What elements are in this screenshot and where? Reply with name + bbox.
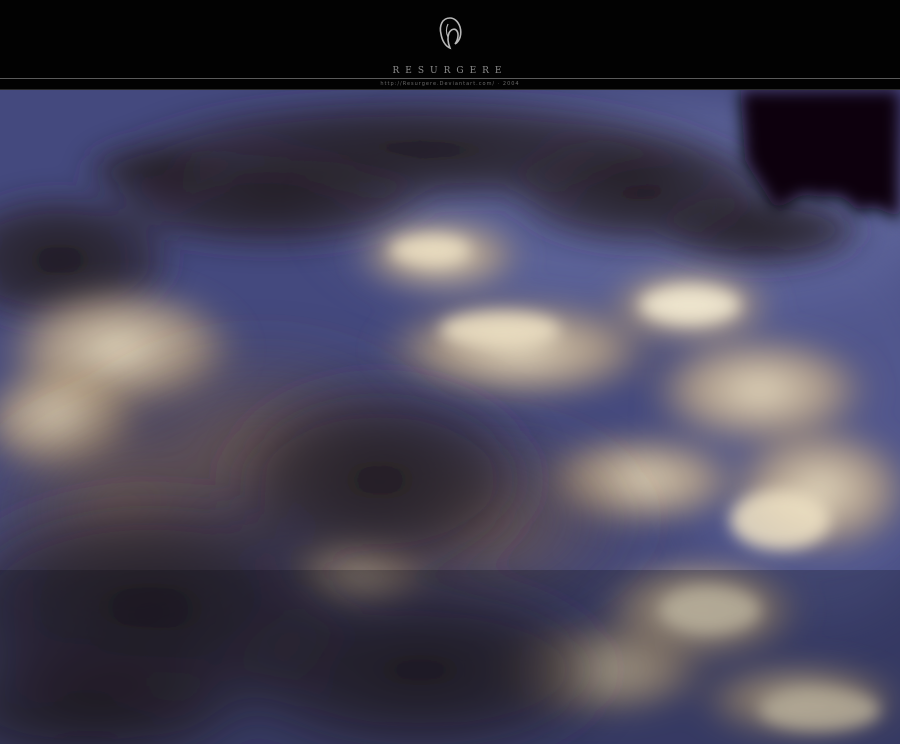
header-bar: RESURGERE http://Resurgere.Deviantart.co… bbox=[0, 0, 900, 90]
figure-logo-icon bbox=[439, 17, 462, 50]
divider-line bbox=[0, 78, 900, 79]
site-title: RESURGERE bbox=[392, 66, 508, 76]
cloud-scene-image bbox=[0, 90, 900, 744]
cloud-photograph bbox=[0, 90, 900, 744]
site-url: http://Resurgere.Deviantart.com/ · 2004 bbox=[380, 81, 520, 87]
